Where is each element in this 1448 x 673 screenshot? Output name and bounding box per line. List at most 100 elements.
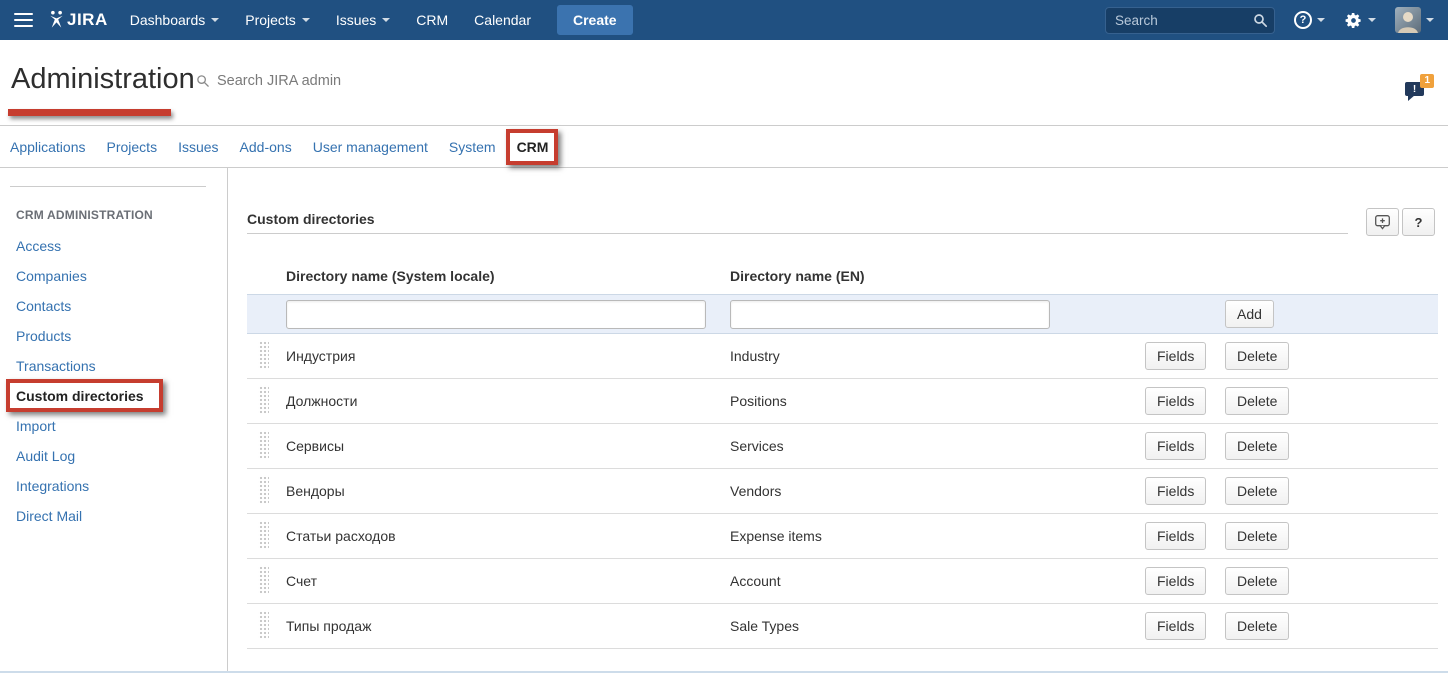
table-row: Сервисы Services Fields Delete: [247, 424, 1438, 469]
directory-name-system: Индустрия: [286, 348, 730, 364]
quick-search: [1105, 7, 1275, 34]
drag-handle-icon[interactable]: [258, 520, 269, 549]
nav-item[interactable]: Dashboards: [130, 12, 220, 28]
header-buttons: ?: [1366, 208, 1435, 236]
fields-button[interactable]: Fields: [1145, 432, 1206, 460]
sidebar-divider: [10, 186, 206, 187]
admin-tab[interactable]: Projects: [107, 139, 158, 155]
column-header-en: Directory name (EN): [730, 268, 1145, 284]
table-row: Счет Account Fields Delete: [247, 559, 1438, 604]
help-button[interactable]: ?: [1402, 208, 1435, 236]
drag-handle-icon[interactable]: [258, 610, 269, 639]
feedback-button[interactable]: [1366, 208, 1399, 236]
nav-item[interactable]: Calendar: [474, 12, 531, 28]
delete-button[interactable]: Delete: [1225, 567, 1289, 595]
fields-button[interactable]: Fields: [1145, 477, 1206, 505]
nav-item[interactable]: CRM: [416, 12, 448, 28]
fields-button[interactable]: Fields: [1145, 612, 1206, 640]
chevron-down-icon: [1317, 18, 1325, 22]
sidebar-item[interactable]: Import: [16, 411, 56, 441]
admin-tab[interactable]: Applications: [10, 139, 86, 155]
sidebar-item-label: Integrations: [16, 478, 89, 494]
sidebar-item[interactable]: Products: [16, 321, 71, 351]
admin-tab-label: System: [449, 139, 496, 155]
sidebar-item[interactable]: Direct Mail: [16, 501, 82, 531]
directory-name-system: Вендоры: [286, 483, 730, 499]
delete-button[interactable]: Delete: [1225, 432, 1289, 460]
user-avatar: [1395, 7, 1421, 33]
sidebar-item[interactable]: Audit Log: [16, 441, 75, 471]
sidebar-item[interactable]: Integrations: [16, 471, 89, 501]
sidebar-item[interactable]: Transactions: [16, 351, 96, 381]
admin-search-input[interactable]: Search JIRA admin: [196, 73, 341, 89]
search-input[interactable]: [1105, 7, 1275, 34]
sidebar-item[interactable]: Access: [16, 231, 61, 261]
new-directory-system-input[interactable]: [286, 300, 706, 329]
nav-item[interactable]: Issues: [336, 12, 390, 28]
gear-icon: [1344, 11, 1363, 30]
sidebar-item[interactable]: Custom directories: [16, 381, 144, 411]
hamburger-menu-icon[interactable]: [14, 13, 33, 27]
top-navigation-bar: JIRA Dashboards Projects Issues: [0, 0, 1448, 40]
nav-item-label: Issues: [336, 12, 376, 28]
admin-header: Administration Search JIRA admin ! 1: [0, 40, 1448, 125]
sidebar-item-label: Access: [16, 238, 61, 254]
directory-name-en: Expense items: [730, 528, 1145, 544]
admin-tab[interactable]: CRM: [517, 139, 549, 155]
directory-name-en: Sale Types: [730, 618, 1145, 634]
jira-logo[interactable]: JIRA: [47, 10, 108, 30]
admin-tabs: Applications Projects Issues Add-ons Use…: [0, 125, 1448, 168]
admin-gear-menu[interactable]: [1344, 11, 1376, 30]
admin-layout: CRM ADMINISTRATION Access Companies Cont…: [0, 168, 1448, 671]
drag-handle-icon[interactable]: [258, 475, 269, 504]
sidebar-item-label: Products: [16, 328, 71, 344]
fields-button[interactable]: Fields: [1145, 387, 1206, 415]
create-button[interactable]: Create: [557, 5, 633, 35]
sidebar-item[interactable]: Contacts: [16, 291, 71, 321]
help-menu[interactable]: ?: [1294, 11, 1325, 29]
delete-button[interactable]: Delete: [1225, 387, 1289, 415]
jira-logo-text: JIRA: [67, 10, 108, 30]
nav-item[interactable]: Projects: [245, 12, 310, 28]
delete-button[interactable]: Delete: [1225, 522, 1289, 550]
admin-tab[interactable]: System: [449, 139, 496, 155]
sidebar-item-label: Direct Mail: [16, 508, 82, 524]
add-button[interactable]: Add: [1225, 300, 1274, 328]
drag-handle-icon[interactable]: [258, 430, 269, 459]
directory-name-system: Статьи расходов: [286, 528, 730, 544]
delete-button[interactable]: Delete: [1225, 612, 1289, 640]
notification-icon[interactable]: ! 1: [1405, 82, 1424, 96]
admin-tab[interactable]: Issues: [178, 139, 218, 155]
nav-item-label: Dashboards: [130, 12, 206, 28]
admin-tab-label: User management: [313, 139, 428, 155]
jira-logo-icon: [47, 10, 66, 30]
fields-button[interactable]: Fields: [1145, 567, 1206, 595]
admin-tab-label: Projects: [107, 139, 158, 155]
crm-admin-sidebar: CRM ADMINISTRATION Access Companies Cont…: [0, 168, 228, 671]
drag-handle-icon[interactable]: [258, 565, 269, 594]
delete-button[interactable]: Delete: [1225, 342, 1289, 370]
custom-directories-table: Directory name (System locale) Directory…: [247, 258, 1438, 649]
fields-button[interactable]: Fields: [1145, 342, 1206, 370]
add-directory-row: Add: [247, 294, 1438, 334]
drag-handle-icon[interactable]: [258, 385, 269, 414]
delete-button[interactable]: Delete: [1225, 477, 1289, 505]
table-header-row: Directory name (System locale) Directory…: [247, 258, 1438, 294]
admin-tab[interactable]: Add-ons: [240, 139, 292, 155]
main-nav: Dashboards Projects Issues CRM: [130, 12, 531, 28]
chevron-down-icon: [382, 18, 390, 22]
new-directory-en-input[interactable]: [730, 300, 1050, 329]
table-row: Вендоры Vendors Fields Delete: [247, 469, 1438, 514]
notification-badge: 1: [1420, 74, 1434, 88]
annotation-underline: [8, 109, 171, 116]
admin-tab-label: CRM: [517, 139, 549, 155]
drag-handle-icon[interactable]: [258, 340, 269, 369]
table-row: Статьи расходов Expense items Fields Del…: [247, 514, 1438, 559]
admin-tab[interactable]: User management: [313, 139, 428, 155]
search-icon: [1253, 13, 1268, 28]
admin-tab-label: Issues: [178, 139, 218, 155]
user-avatar-menu[interactable]: [1395, 7, 1434, 33]
sidebar-item[interactable]: Companies: [16, 261, 87, 291]
fields-button[interactable]: Fields: [1145, 522, 1206, 550]
nav-item-label: CRM: [416, 12, 448, 28]
